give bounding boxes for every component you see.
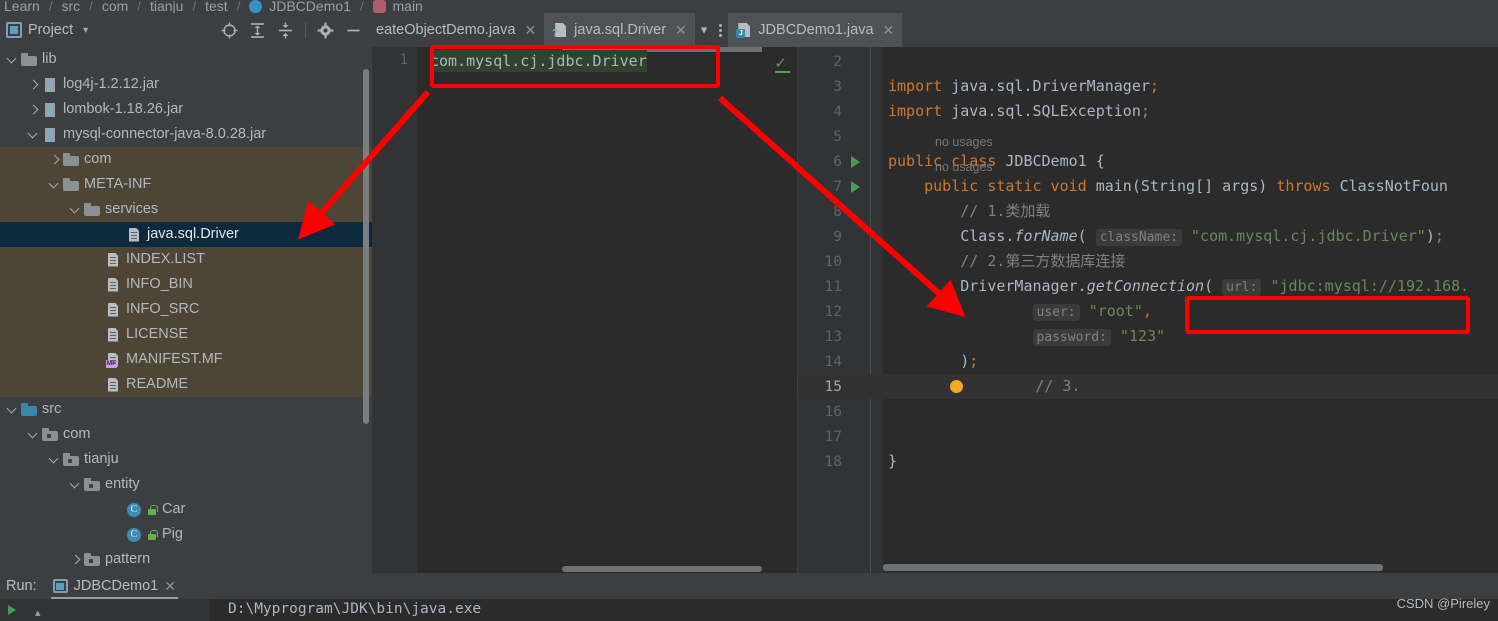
arrow-to-classname-string xyxy=(718,95,966,317)
arrow-to-driver-file xyxy=(298,90,431,240)
annotation-arrows xyxy=(298,90,966,317)
